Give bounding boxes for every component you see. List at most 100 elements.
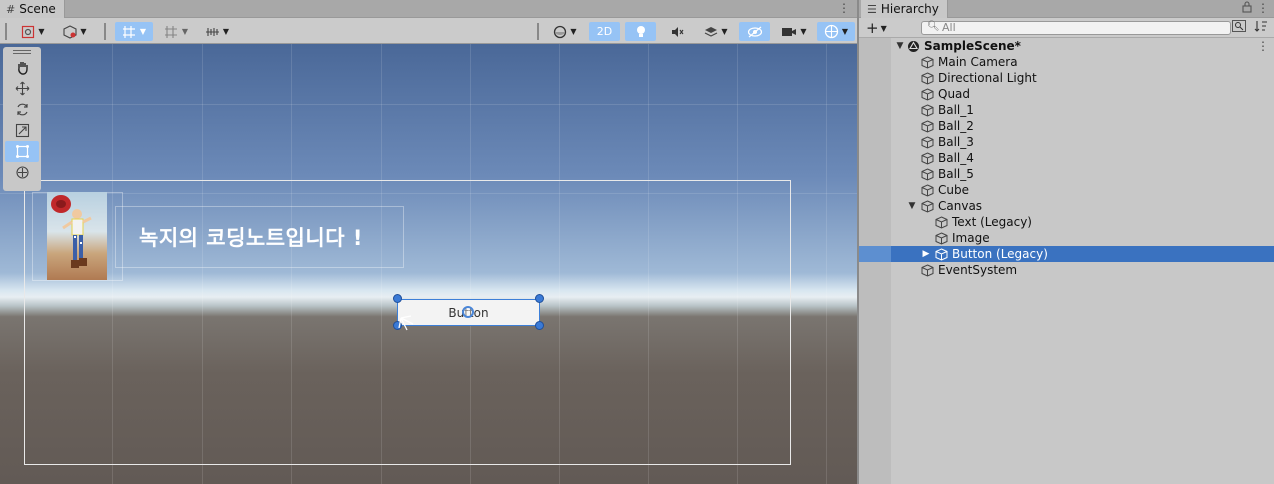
draw-mode-icon	[22, 25, 35, 38]
create-dropdown[interactable]: + ▼	[866, 19, 887, 37]
transform-icon	[15, 166, 29, 179]
hand-tool[interactable]	[5, 57, 39, 78]
resize-handle-bottom-right[interactable]	[535, 321, 544, 330]
tree-item-label: Image	[952, 231, 990, 245]
expand-arrow-icon[interactable]: ▶	[921, 249, 931, 259]
hierarchy-tab-label: Hierarchy	[880, 2, 939, 16]
toolbar-separator	[5, 23, 7, 40]
cube-icon	[921, 167, 934, 181]
shading-mode-dropdown[interactable]: ▼	[546, 22, 584, 41]
rotate-tool[interactable]	[5, 99, 39, 120]
tree-item-scene[interactable]: ▼ SampleScene* ⋮	[859, 38, 1274, 54]
cube-icon	[921, 71, 934, 85]
anchor-icon[interactable]	[397, 314, 419, 336]
tree-item[interactable]: Ball_4	[859, 150, 1274, 166]
audio-mute-icon	[671, 26, 683, 37]
cube-icon	[921, 263, 934, 277]
2d-mode-toggle[interactable]: 2D	[589, 22, 620, 41]
gizmos-dropdown[interactable]: ▼	[817, 22, 855, 41]
snap-increment-icon	[164, 25, 177, 38]
rect-tool[interactable]	[5, 141, 39, 162]
tree-item-label: Ball_4	[938, 151, 974, 165]
character-image[interactable]	[47, 192, 107, 280]
toolbar-separator	[104, 23, 106, 40]
render-mode-dropdown[interactable]: ▼	[56, 22, 94, 41]
scene-viewport[interactable]: 녹지의 코딩노트입니다 ! Button	[0, 44, 857, 484]
tree-item[interactable]: EventSystem	[859, 262, 1274, 278]
tree-item[interactable]: Text (Legacy)	[859, 214, 1274, 230]
resize-handle-top-left[interactable]	[393, 294, 402, 303]
expand-arrow-icon[interactable]: ▼	[907, 201, 917, 211]
scene-menu-icon[interactable]: ⋮	[1257, 39, 1269, 53]
move-tool[interactable]	[5, 78, 39, 99]
scale-icon	[15, 123, 29, 138]
tree-item-canvas[interactable]: ▼ Canvas	[859, 198, 1274, 214]
chevron-down-icon: ▼	[570, 27, 577, 36]
effects-dropdown[interactable]: ▼	[697, 22, 735, 41]
chevron-down-icon: ▼	[139, 27, 147, 36]
tree-item[interactable]: Ball_2	[859, 118, 1274, 134]
lightbulb-icon	[636, 25, 645, 37]
tree-item[interactable]: Main Camera	[859, 54, 1274, 70]
rotate-icon	[16, 103, 28, 116]
search-filter-button[interactable]	[1231, 20, 1247, 35]
hierarchy-panel: ☰ Hierarchy ⋮ + ▼ 🔍︎ All ▼ SampleScene* …	[857, 0, 1274, 484]
camera-dropdown[interactable]: ▼	[775, 22, 813, 41]
row-gutter	[859, 246, 891, 262]
increment-snap-dropdown[interactable]: ▼	[158, 22, 194, 41]
chevron-down-icon: ▼	[880, 23, 887, 33]
sort-button[interactable]	[1253, 20, 1269, 35]
cowgirl-figure	[51, 195, 92, 268]
tree-item-label: Ball_1	[938, 103, 974, 117]
tree-item[interactable]: Image	[859, 230, 1274, 246]
scene-tab[interactable]: # Scene	[0, 0, 65, 18]
search-input[interactable]: 🔍︎ All	[921, 21, 1231, 35]
transform-tool[interactable]	[5, 162, 39, 183]
tree-item[interactable]: Ball_5	[859, 166, 1274, 182]
gizmo-rulers-dropdown[interactable]: ▼	[199, 22, 235, 41]
hidden-objects-toggle[interactable]	[739, 22, 770, 41]
tree-item-selected[interactable]: ▶ Button (Legacy)	[859, 246, 1274, 262]
pivot-handle[interactable]	[462, 306, 474, 318]
tree-item-label: Ball_3	[938, 135, 974, 149]
scale-tool[interactable]	[5, 120, 39, 141]
eye-slash-icon	[747, 26, 762, 37]
grid-icon: #	[6, 2, 16, 16]
cube-icon	[921, 103, 934, 117]
tree-item-label: Text (Legacy)	[952, 215, 1032, 229]
grid-snapping-dropdown[interactable]: ▼	[115, 22, 153, 41]
tree-item-label: Ball_2	[938, 119, 974, 133]
lock-icon[interactable]	[1241, 1, 1253, 16]
draw-mode-dropdown[interactable]: ▼	[14, 22, 52, 41]
tree-item[interactable]: Ball_1	[859, 102, 1274, 118]
resize-handle-top-right[interactable]	[535, 294, 544, 303]
tree-item[interactable]: Cube	[859, 182, 1274, 198]
hierarchy-tab[interactable]: ☰ Hierarchy	[861, 0, 948, 18]
lighting-toggle[interactable]	[625, 22, 656, 41]
cube-icon	[921, 135, 934, 149]
cube-icon	[935, 231, 948, 245]
shaded-cube-icon	[63, 24, 77, 39]
expand-arrow-icon[interactable]: ▼	[895, 41, 905, 51]
tools-overlay	[3, 47, 41, 191]
cube-icon	[921, 87, 934, 101]
canvas-text[interactable]: 녹지의 코딩노트입니다 !	[139, 222, 363, 252]
tree-item-label: Quad	[938, 87, 971, 101]
unity-scene-icon	[908, 40, 919, 52]
sphere-icon	[554, 25, 567, 38]
cube-icon	[921, 199, 934, 213]
audio-toggle[interactable]	[661, 22, 692, 41]
scene-menu-icon[interactable]: ⋮	[838, 1, 850, 15]
scene-toolbar: ▼ ▼ ▼ ▼ ▼ ▼ 2D ▼ ▼ ▼	[0, 18, 857, 44]
grid-line	[826, 44, 827, 484]
tree-item[interactable]: Ball_3	[859, 134, 1274, 150]
hierarchy-menu-icon[interactable]: ⋮	[1257, 1, 1269, 15]
cube-icon	[921, 119, 934, 133]
cube-icon	[935, 215, 948, 229]
tree-item-label: EventSystem	[938, 263, 1018, 277]
tree-item[interactable]: Quad	[859, 86, 1274, 102]
drag-grip[interactable]	[3, 47, 41, 57]
chevron-down-icon: ▼	[80, 27, 87, 36]
chevron-down-icon: ▼	[841, 27, 849, 36]
tree-item[interactable]: Directional Light	[859, 70, 1274, 86]
